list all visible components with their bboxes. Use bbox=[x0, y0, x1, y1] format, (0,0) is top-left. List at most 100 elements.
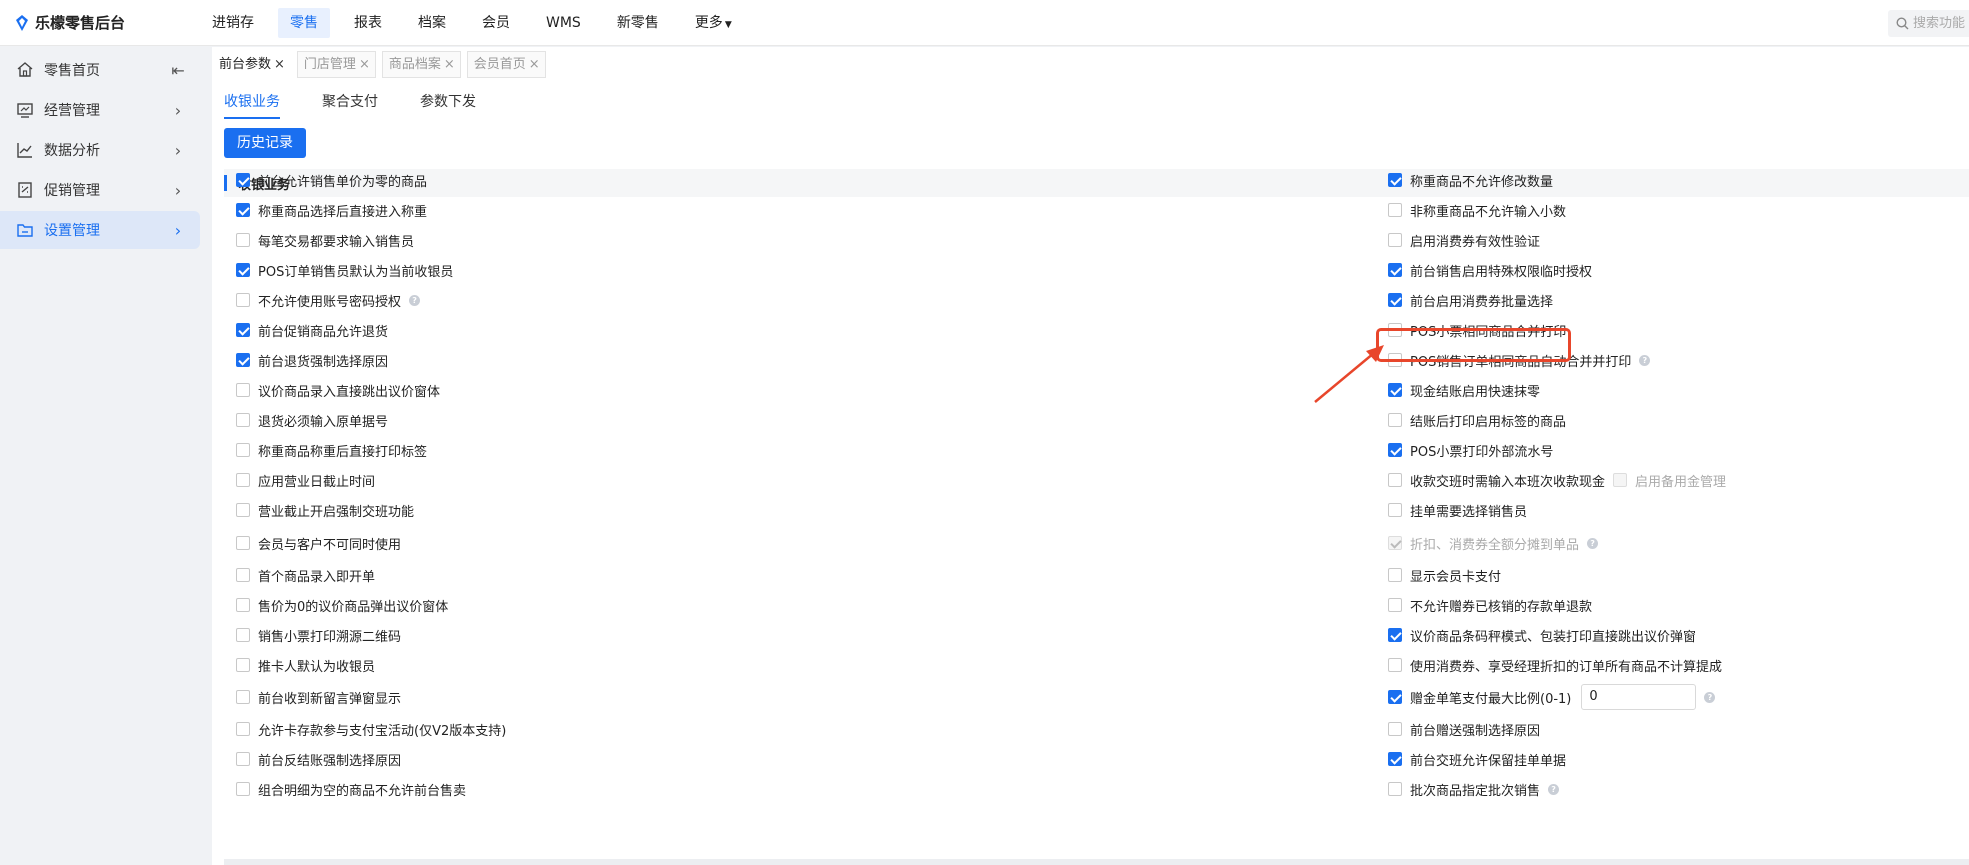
setting-label[interactable]: POS订单销售员默认为当前收银员 bbox=[258, 261, 453, 280]
setting-label[interactable]: 使用消费券、享受经理折扣的订单所有商品不计算提成 bbox=[1410, 656, 1722, 675]
topnav-more[interactable]: 更多 ▼ bbox=[683, 8, 744, 38]
setting-checkbox[interactable] bbox=[236, 628, 250, 642]
subtab-cashier-business[interactable]: 收银业务 bbox=[224, 91, 280, 119]
setting-checkbox[interactable] bbox=[1388, 173, 1402, 187]
setting-checkbox[interactable] bbox=[236, 383, 250, 397]
page-tab-store-management[interactable]: 门店管理 × bbox=[296, 51, 376, 78]
sidebar-item-settings[interactable]: 设置管理 › bbox=[0, 211, 200, 249]
setting-checkbox[interactable] bbox=[1388, 503, 1402, 517]
setting-checkbox[interactable] bbox=[1388, 598, 1402, 612]
help-question-icon[interactable]: ? bbox=[1639, 354, 1651, 366]
setting-label[interactable]: 应用营业日截止时间 bbox=[258, 471, 375, 490]
setting-checkbox[interactable] bbox=[1388, 203, 1402, 217]
setting-checkbox[interactable] bbox=[1388, 536, 1402, 550]
close-icon[interactable]: × bbox=[529, 57, 540, 72]
setting-label[interactable]: 显示会员卡支付 bbox=[1410, 566, 1501, 585]
setting-label[interactable]: 收款交班时需输入本班次收款现金 bbox=[1410, 471, 1605, 490]
setting-label[interactable]: 议价商品录入直接跳出议价窗体 bbox=[258, 381, 440, 400]
setting-checkbox[interactable] bbox=[1388, 752, 1402, 766]
setting-label[interactable]: 前台销售启用特殊权限临时授权 bbox=[1410, 261, 1592, 280]
setting-label[interactable]: 首个商品录入即开单 bbox=[258, 566, 375, 585]
setting-label[interactable]: 每笔交易都要求输入销售员 bbox=[258, 231, 414, 250]
setting-label[interactable]: 退货必须输入原单据号 bbox=[258, 411, 388, 430]
setting-label[interactable]: 前台促销商品允许退货 bbox=[258, 321, 388, 340]
close-icon[interactable]: × bbox=[359, 57, 370, 72]
sidebar-item-operations[interactable]: 经营管理 › bbox=[0, 91, 200, 129]
setting-label[interactable]: 折扣、消费券全额分摊到单品 bbox=[1410, 534, 1579, 553]
topnav-reports[interactable]: 报表 bbox=[342, 8, 394, 38]
setting-label[interactable]: 前台退货强制选择原因 bbox=[258, 351, 388, 370]
max-ratio-input[interactable]: 0 bbox=[1581, 684, 1697, 710]
page-tab-member-home[interactable]: 会员首页 × bbox=[466, 51, 546, 78]
app-logo[interactable]: 乐檬零售后台 bbox=[14, 12, 125, 33]
setting-label[interactable]: 批次商品指定批次销售 bbox=[1410, 780, 1540, 799]
setting-checkbox[interactable] bbox=[1388, 568, 1402, 582]
setting-checkbox[interactable] bbox=[236, 263, 250, 277]
sidebar-item-retail-home[interactable]: 零售首页 ⇤ bbox=[0, 51, 200, 89]
setting-label[interactable]: 称重商品选择后直接进入称重 bbox=[258, 201, 427, 220]
setting-label[interactable]: 不允许赠券已核销的存款单退款 bbox=[1410, 596, 1592, 615]
setting-label[interactable]: 允许卡存款参与支付宝活动(仅V2版本支持) bbox=[258, 720, 506, 739]
setting-label[interactable]: 售价为0的议价商品弹出议价窗体 bbox=[258, 596, 448, 615]
subtab-aggregate-payment[interactable]: 聚合支付 bbox=[322, 91, 378, 119]
setting-checkbox[interactable] bbox=[236, 203, 250, 217]
page-tab-product-archive[interactable]: 商品档案 × bbox=[381, 51, 461, 78]
sidebar-item-promotion[interactable]: 促销管理 › bbox=[0, 171, 200, 209]
setting-checkbox[interactable] bbox=[236, 752, 250, 766]
setting-label[interactable]: 赠金单笔支付最大比例(0-1) bbox=[1410, 688, 1571, 707]
setting-label[interactable]: 销售小票打印溯源二维码 bbox=[258, 626, 401, 645]
setting-checkbox[interactable] bbox=[236, 443, 250, 457]
setting-label[interactable]: 前台赠送强制选择原因 bbox=[1410, 720, 1540, 739]
setting-checkbox[interactable] bbox=[1388, 413, 1402, 427]
help-question-icon[interactable]: ? bbox=[1587, 537, 1599, 549]
setting-checkbox[interactable] bbox=[236, 782, 250, 796]
setting-checkbox[interactable] bbox=[1388, 722, 1402, 736]
setting-label[interactable]: 现金结账启用快速抹零 bbox=[1410, 381, 1540, 400]
setting-label[interactable]: POS小票打印外部流水号 bbox=[1410, 441, 1553, 460]
setting-label[interactable]: 组合明细为空的商品不允许前台售卖 bbox=[258, 780, 466, 799]
topnav-retail[interactable]: 零售 bbox=[278, 8, 330, 38]
setting-label[interactable]: 会员与客户不可同时使用 bbox=[258, 534, 401, 553]
help-question-icon[interactable]: ? bbox=[1548, 783, 1560, 795]
setting-checkbox[interactable] bbox=[1388, 690, 1402, 704]
setting-checkbox[interactable] bbox=[236, 536, 250, 550]
search-input[interactable]: 搜索功能 bbox=[1888, 10, 1969, 37]
setting-label[interactable]: 议价商品条码秤模式、包装打印直接跳出议价弹窗 bbox=[1410, 626, 1696, 645]
setting-checkbox[interactable] bbox=[236, 568, 250, 582]
setting-label[interactable]: 称重商品称重后直接打印标签 bbox=[258, 441, 427, 460]
topnav-jinxiaocun[interactable]: 进销存 bbox=[200, 8, 266, 38]
subtab-param-distribution[interactable]: 参数下发 bbox=[420, 91, 476, 119]
setting-checkbox[interactable] bbox=[236, 173, 250, 187]
setting-checkbox[interactable] bbox=[236, 722, 250, 736]
setting-checkbox[interactable] bbox=[236, 473, 250, 487]
setting-label[interactable]: 前台启用消费券批量选择 bbox=[1410, 291, 1553, 310]
setting-label[interactable]: 前台收到新留言弹窗显示 bbox=[258, 688, 401, 707]
page-tab-frontdesk-params[interactable]: 前台参数 × bbox=[212, 51, 291, 78]
setting-checkbox[interactable] bbox=[1388, 628, 1402, 642]
setting-checkbox[interactable] bbox=[1388, 443, 1402, 457]
setting-checkbox[interactable] bbox=[236, 658, 250, 672]
setting-label[interactable]: 结账后打印启用标签的商品 bbox=[1410, 411, 1566, 430]
setting-checkbox[interactable] bbox=[1388, 782, 1402, 796]
setting-checkbox[interactable] bbox=[236, 413, 250, 427]
setting-checkbox[interactable] bbox=[236, 233, 250, 247]
setting-checkbox[interactable] bbox=[236, 293, 250, 307]
history-button[interactable]: 历史记录 bbox=[224, 128, 306, 158]
setting-label[interactable]: 推卡人默认为收银员 bbox=[258, 656, 375, 675]
setting-checkbox[interactable] bbox=[236, 353, 250, 367]
setting-checkbox[interactable] bbox=[1388, 293, 1402, 307]
setting-label[interactable]: 营业截止开启强制交班功能 bbox=[258, 501, 414, 520]
sidebar-item-data-analysis[interactable]: 数据分析 › bbox=[0, 131, 200, 169]
help-question-icon[interactable]: ? bbox=[1704, 691, 1716, 703]
setting-checkbox[interactable] bbox=[1388, 263, 1402, 277]
setting-checkbox[interactable] bbox=[1388, 658, 1402, 672]
setting-checkbox[interactable] bbox=[236, 690, 250, 704]
topnav-member[interactable]: 会员 bbox=[470, 8, 522, 38]
setting-checkbox[interactable] bbox=[236, 323, 250, 337]
help-question-icon[interactable]: ? bbox=[409, 294, 421, 306]
setting-extra-label[interactable]: 启用备用金管理 bbox=[1635, 471, 1726, 490]
setting-label[interactable]: 前台交班允许保留挂单单据 bbox=[1410, 750, 1566, 769]
setting-checkbox[interactable] bbox=[1388, 233, 1402, 247]
setting-checkbox[interactable] bbox=[236, 598, 250, 612]
topnav-archive[interactable]: 档案 bbox=[406, 8, 458, 38]
